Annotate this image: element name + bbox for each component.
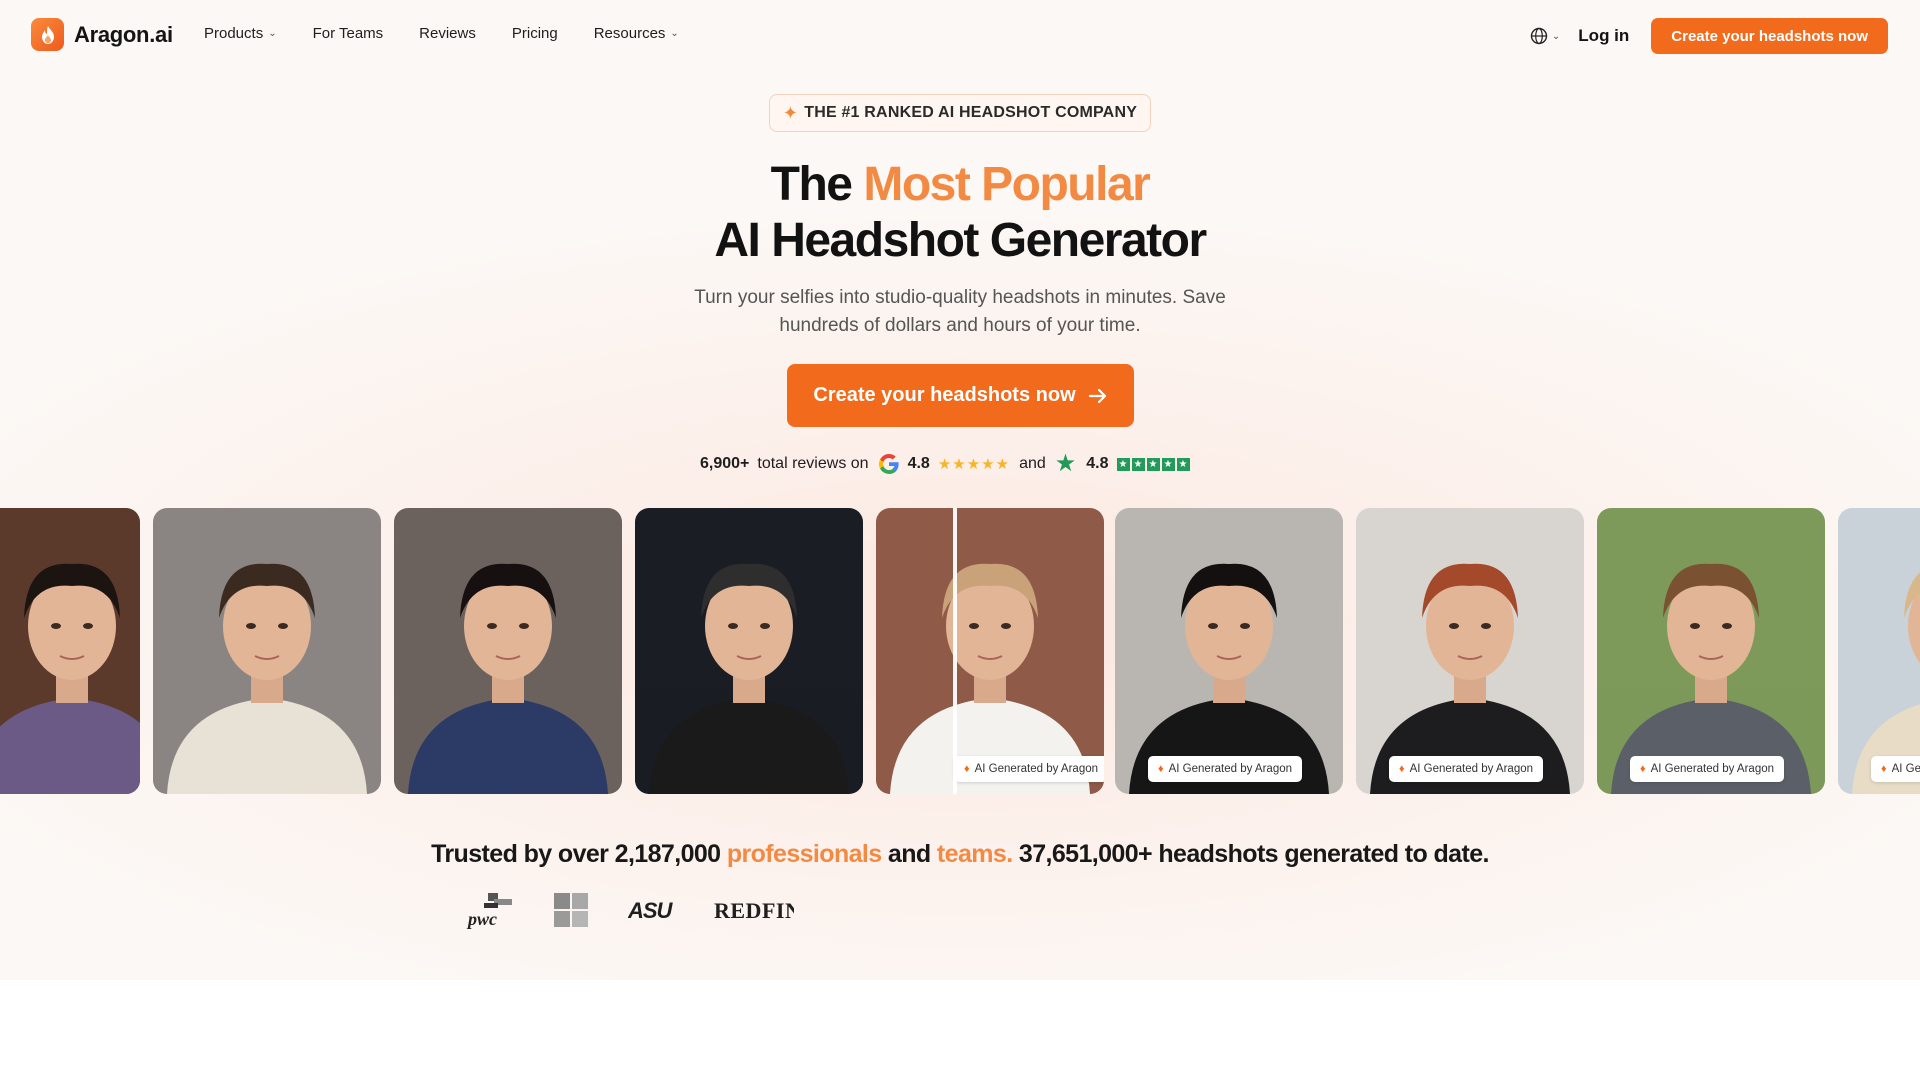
language-selector[interactable]: ⌄ — [1530, 27, 1560, 45]
microsoft-logo — [554, 893, 588, 927]
flame-icon: ♦ — [964, 763, 970, 775]
chevron-down-icon: ⌄ — [670, 28, 679, 39]
trust-prefix: Trusted by over 2,187,000 — [431, 840, 727, 868]
portrait-image — [1356, 508, 1584, 794]
trust-teams: teams. — [936, 840, 1013, 868]
login-link[interactable]: Log in — [1578, 26, 1629, 46]
ai-generated-label: ♦ AI Generated by Aragon — [1630, 756, 1785, 782]
generated-headshot-card: ♦ AI Generated by Aragon — [1597, 508, 1825, 794]
arrow-right-icon — [1088, 388, 1106, 403]
selfie-card — [394, 508, 622, 794]
nav-pricing-label: Pricing — [511, 25, 558, 42]
trustpilot-star-icon: ★ — [1054, 450, 1077, 477]
nav-reviews-label: Reviews — [419, 25, 476, 42]
brand-logo[interactable]: Aragon.ai — [31, 18, 173, 51]
ai-generated-label-text: AI Generated by Aragon — [1650, 763, 1775, 775]
pwc-logo: pwc — [466, 891, 514, 929]
ai-generated-label-text: AI Generated by Aragon — [1891, 763, 1920, 775]
nav-for-teams[interactable]: For Teams — [313, 25, 384, 42]
nav-resources-label: Resources — [593, 25, 666, 42]
hero-section: Aragon.ai Products ⌄ For Teams Reviews P… — [0, 0, 1920, 980]
title-accent: Most Popular — [863, 158, 1151, 211]
trustpilot-star-box: ★ — [1176, 457, 1190, 471]
reviews-summary: 6,900+ total reviews on 4.8 ★★★★★ and ★ … — [700, 450, 1190, 478]
selfie-card — [153, 508, 381, 794]
top-nav: Aragon.ai Products ⌄ For Teams Reviews P… — [0, 0, 1920, 70]
ai-generated-label: ♦ AI Generated by Aragon — [1148, 756, 1303, 782]
flame-icon: ♦ — [1158, 763, 1164, 775]
nav-reviews[interactable]: Reviews — [419, 25, 476, 42]
headshot-carousel[interactable]: ♦ AI Generated by Aragon ♦ AI Generated by … — [0, 508, 1920, 794]
trust-and: and — [881, 840, 937, 868]
portrait-image — [876, 508, 1104, 794]
nav-pricing[interactable]: Pricing — [512, 25, 558, 42]
chevron-down-icon: ⌄ — [268, 28, 277, 39]
ai-generated-label: ♦ AI Generated by Aragon — [1389, 756, 1544, 782]
portrait-image — [1597, 508, 1825, 794]
hero-create-headshots-button[interactable]: Create your headshots now — [787, 364, 1134, 427]
google-icon — [878, 454, 899, 475]
ai-generated-label: ♦ AI Generated by Aragon — [1871, 756, 1920, 782]
selfie-card — [635, 508, 863, 794]
ai-generated-label-text: AI Generated by Aragon — [1409, 763, 1534, 775]
google-rating: 4.8 — [907, 455, 930, 472]
ranked-badge: ✦ THE #1 RANKED AI HEADSHOT COMPANY — [769, 94, 1151, 132]
portrait-image — [1838, 508, 1920, 794]
ai-generated-label-text: AI Generated by Aragon — [1168, 763, 1293, 775]
generated-headshot-card: ♦ AI Generated by Aragon — [1115, 508, 1343, 794]
trustpilot-star-box: ★ — [1116, 457, 1130, 471]
nav-products-label: Products — [204, 25, 264, 42]
brand-name: Aragon.ai — [74, 21, 173, 47]
nav-resources[interactable]: Resources ⌄ — [594, 25, 679, 42]
trust-suffix: 37,651,000+ headshots generated to date. — [1012, 840, 1490, 868]
portrait-image — [635, 508, 863, 794]
trustpilot-stars: ★ ★ ★ ★ ★ — [1116, 457, 1190, 471]
google-stars: ★★★★★ — [937, 456, 1011, 473]
flame-icon: ♦ — [1640, 763, 1646, 775]
portrait-image — [394, 508, 622, 794]
reviews-joiner: and — [1019, 455, 1046, 472]
svg-text:pwc: pwc — [466, 909, 497, 929]
badge-text: THE #1 RANKED AI HEADSHOT COMPANY — [804, 104, 1138, 121]
sparkle-icon: ✦ — [782, 102, 799, 123]
selfie-card — [0, 508, 140, 794]
hero-title-line-1: The Most Popular — [0, 157, 1920, 213]
chevron-down-icon: ⌄ — [1551, 30, 1561, 42]
portrait-image — [0, 508, 140, 794]
nav-for-teams-label: For Teams — [312, 25, 384, 42]
flame-logo-icon — [31, 18, 64, 51]
nav-links: Products ⌄ For Teams Reviews Pricing Res… — [204, 25, 679, 42]
portrait-image — [153, 508, 381, 794]
nav-create-headshots-button[interactable]: Create your headshots now — [1651, 18, 1888, 54]
svg-text:REDFIN: REDFIN — [714, 898, 794, 923]
flame-icon: ♦ — [1399, 763, 1405, 775]
trust-professionals: professionals — [726, 840, 882, 868]
trustpilot-star-box: ★ — [1146, 457, 1160, 471]
hero-cta-label: Create your headshots now — [813, 384, 1076, 406]
redfin-logo: REDFIN — [714, 897, 794, 923]
trustpilot-star-box: ★ — [1131, 457, 1145, 471]
generated-headshot-card: ♦ AI Generated by Aragon — [1356, 508, 1584, 794]
trust-statement: Trusted by over 2,187,000 professionals … — [0, 840, 1920, 869]
reviews-count: 6,900+ — [700, 455, 750, 472]
globe-icon — [1530, 27, 1548, 45]
client-logos: pwc ASU REDFIN — [466, 888, 834, 932]
nav-right: ⌄ Log in Create your headshots now — [1530, 18, 1888, 54]
ai-generated-label: ♦ AI Generated by Aragon — [954, 756, 1104, 782]
ai-generated-label-text: AI Generated by Aragon — [974, 763, 1099, 775]
trustpilot-star-box: ★ — [1161, 457, 1175, 471]
svg-text:ASU: ASU — [628, 898, 674, 923]
portrait-image — [1115, 508, 1343, 794]
before-after-divider[interactable] — [953, 508, 957, 794]
asu-logo: ASU — [628, 897, 674, 923]
flame-icon: ♦ — [1881, 763, 1887, 775]
generated-headshot-card: ♦ AI Generated by Aragon — [1838, 508, 1920, 794]
hero-subtitle: Turn your selfies into studio-quality he… — [694, 287, 1226, 336]
trustpilot-rating: 4.8 — [1086, 455, 1109, 472]
hero-title-line-2: AI Headshot Generator — [714, 214, 1207, 267]
title-prefix: The — [770, 158, 864, 211]
nav-products[interactable]: Products ⌄ — [204, 25, 277, 42]
before-after-card: ♦ AI Generated by Aragon — [876, 508, 1104, 794]
reviews-text: total reviews on — [757, 455, 869, 472]
